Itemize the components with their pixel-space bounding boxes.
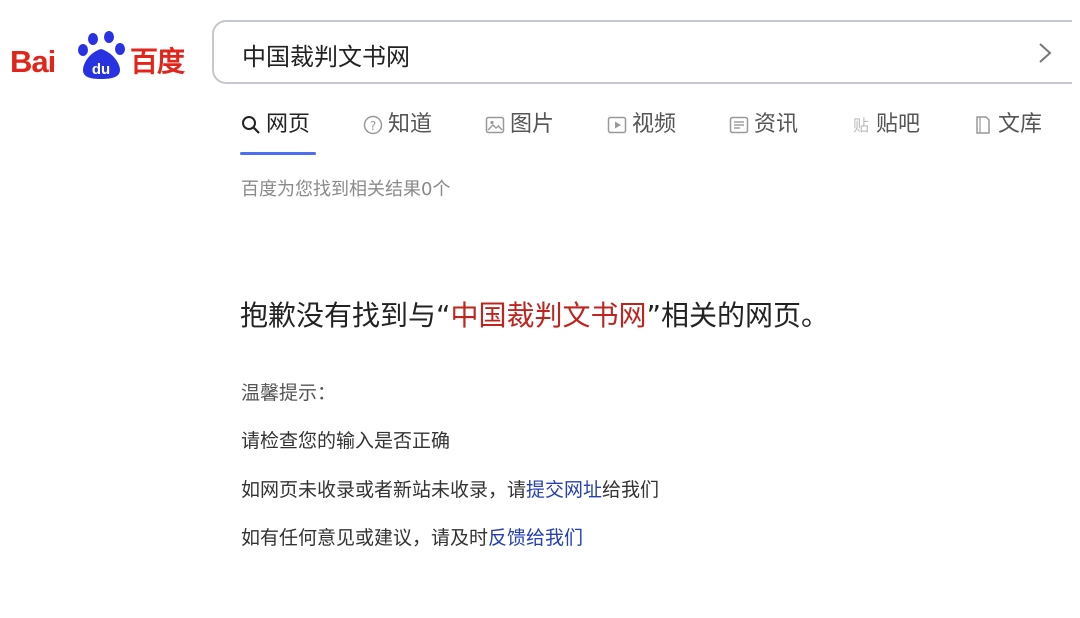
no-result-keyword: 中国裁判文书网 [450, 299, 647, 332]
logo-latin-text: Bai [10, 44, 56, 79]
tab-label: 贴吧 [876, 112, 921, 137]
svg-text:?: ? [370, 119, 376, 133]
tab-images[interactable]: 图片 [484, 108, 554, 156]
tab-tieba[interactable]: 贴 贴吧 [850, 108, 920, 156]
feedback-link[interactable]: 反馈给我们 [488, 527, 583, 549]
tab-news[interactable]: 资讯 [728, 108, 798, 156]
tab-web[interactable]: 网页 [240, 108, 316, 156]
tip-feedback-prefix: 如有任何意见或建议，请及时 [241, 527, 489, 549]
tab-label: 知道 [388, 112, 433, 137]
search-box [212, 20, 1072, 84]
news-icon [729, 116, 749, 134]
tab-label: 资讯 [754, 112, 799, 137]
question-circle-icon: ? [363, 115, 383, 135]
tip-submit-prefix: 如网页未收录或者新站未收录，请 [241, 479, 527, 501]
tip-submit-url: 如网页未收录或者新站未收录，请提交网址给我们 [241, 475, 659, 505]
tip-feedback: 如有任何意见或建议，请及时反馈给我们 [241, 523, 583, 553]
tab-wenku[interactable]: 文库 [972, 108, 1042, 156]
tips-title: 温馨提示： [241, 382, 337, 404]
tab-label: 视频 [632, 112, 677, 137]
document-icon [976, 116, 990, 134]
paw-text: du [92, 61, 110, 78]
video-icon [607, 116, 627, 134]
tab-label: 文库 [998, 112, 1043, 137]
no-result-suffix: ”相关的网页。 [646, 299, 830, 332]
paw-icon: du [78, 31, 125, 79]
search-input[interactable] [240, 34, 1004, 74]
svg-text:贴: 贴 [853, 116, 869, 135]
baidu-logo[interactable]: Bai du 百度 [10, 30, 190, 82]
tab-zhidao[interactable]: ? 知道 [362, 108, 432, 156]
tab-video[interactable]: 视频 [606, 108, 676, 156]
tieba-icon: 贴 [853, 116, 869, 135]
tab-label: 网页 [266, 112, 311, 137]
no-result-prefix: 抱歉没有找到与“ [240, 299, 451, 332]
no-result-message: 抱歉没有找到与“中国裁判文书网”相关的网页。 [240, 294, 829, 338]
close-icon[interactable] [1036, 38, 1056, 68]
result-count: 百度为您找到相关结果0个 [241, 179, 451, 200]
active-tab-indicator [240, 152, 316, 155]
image-icon [485, 116, 505, 134]
logo-chinese-text: 百度 [130, 45, 185, 78]
search-tabs: 网页 ? 知道 图片 视频 资讯 贴 贴吧 文库 [240, 108, 1080, 156]
tip-submit-suffix: 给我们 [602, 479, 660, 501]
tip-check-input: 请检查您的输入是否正确 [241, 430, 451, 452]
submit-url-link[interactable]: 提交网址 [526, 479, 602, 501]
search-icon [242, 116, 260, 134]
tab-label: 图片 [510, 112, 555, 137]
